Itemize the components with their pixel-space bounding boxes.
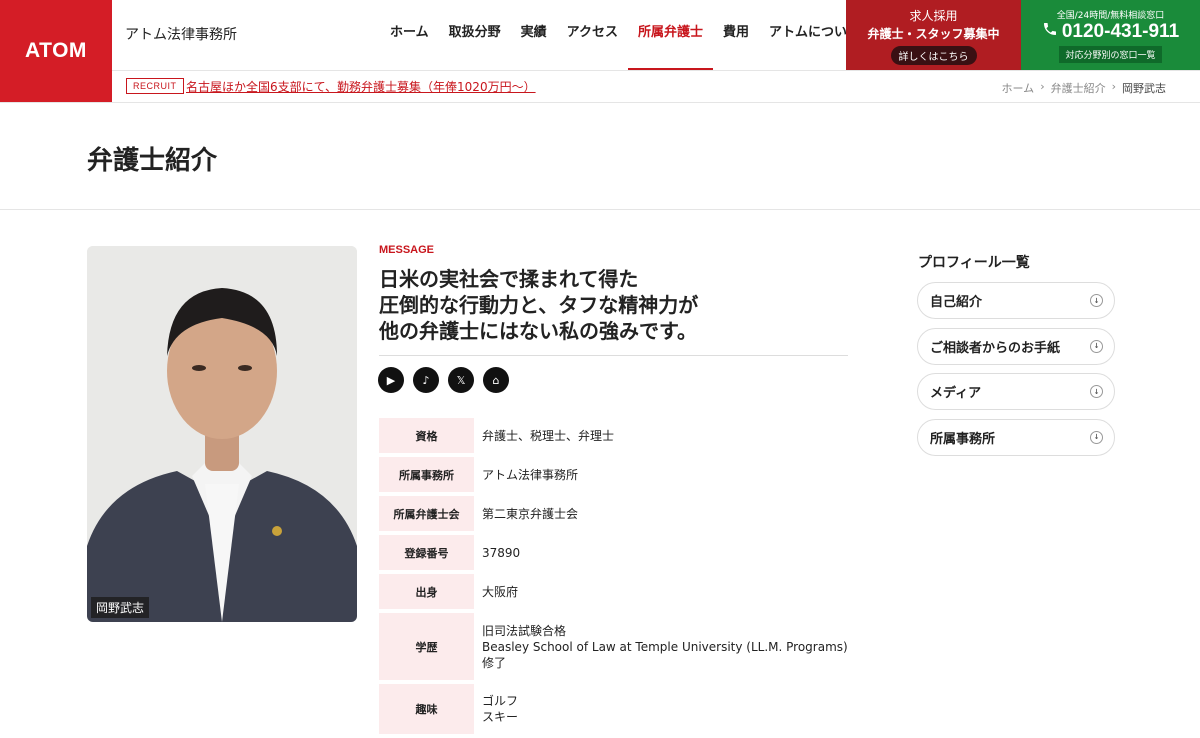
phone-number[interactable]: 0120-431-911 (1062, 21, 1179, 43)
tiktok-icon[interactable]: ♪ (413, 367, 439, 393)
nav-item-access[interactable]: アクセス (557, 0, 628, 70)
firm-name[interactable]: アトム法律事務所 (125, 24, 237, 44)
phone-windows-link[interactable]: 対応分野別の窓口一覧 (1059, 46, 1162, 63)
phone-caption: 全国/24時間/無料相談窓口 (1056, 11, 1165, 21)
profile-key: 学歴 (379, 613, 474, 680)
portrait-name-label: 岡野武志 (91, 597, 150, 618)
nav-item-lawyers[interactable]: 所属弁護士 (628, 0, 714, 70)
headline-line: 他の弁護士にはない私の強みです。 (379, 319, 697, 343)
profile-value-line: 37890 (482, 545, 521, 560)
profile-value: 37890 (474, 535, 849, 570)
recruit-details-button[interactable]: 詳しくはこちら (890, 46, 977, 65)
portrait-illustration (87, 246, 357, 622)
breadcrumb-lawyers[interactable]: 弁護士紹介 (1051, 80, 1106, 96)
recruit-line1: 求人採用 (909, 9, 958, 23)
profile-value-line: ゴルフ (482, 694, 519, 708)
social-links: ▶ ♪ 𝕏 ⌂ (378, 367, 509, 393)
phone-number-row: 0120-431-911 (1021, 21, 1200, 43)
profile-row: 所属事務所 アトム法律事務所 (379, 457, 849, 492)
profile-key: 資格 (379, 418, 474, 453)
profile-value-line: 第二東京弁護士会 (482, 506, 579, 521)
breadcrumb-home[interactable]: ホーム (1002, 80, 1035, 96)
home-icon[interactable]: ⌂ (483, 367, 509, 393)
header-divider (0, 102, 1200, 103)
youtube-icon[interactable]: ▶ (378, 367, 404, 393)
profile-value: 第二東京弁護士会 (474, 496, 849, 531)
profile-value: ゴルフ スキー (474, 684, 849, 734)
breadcrumb-current: 岡野武志 (1122, 82, 1166, 95)
profile-value: 弁護士、税理士、弁理士 (474, 418, 849, 453)
profile-value-line: Beasley School of Law at Temple Universi… (482, 639, 848, 654)
profile-value-line: 旧司法試験合格 (482, 623, 567, 638)
arrow-down-icon: ↓ (1090, 339, 1103, 353)
lawyer-portrait: 岡野武志 (87, 246, 357, 622)
profile-link-label: メディア (930, 386, 982, 401)
arrow-down-icon: ↓ (1090, 430, 1103, 444)
profile-table: 資格 弁護士、税理士、弁理士 所属事務所 アトム法律事務所 所属弁護士会 第二東… (379, 418, 849, 738)
profile-key: 趣味 (379, 684, 474, 734)
message-headline: 日米の実社会で揉まれて得た 圧倒的な行動力と、タフな精神力が 他の弁護士にはない… (379, 266, 849, 344)
recruit-line2: 弁護士・スタッフ募集中 (867, 27, 1000, 41)
breadcrumb-separator: › (1111, 80, 1116, 93)
recruit-tag: RECRUIT (126, 78, 184, 94)
page-title: 弁護士紹介 (87, 146, 218, 176)
profile-link-office[interactable]: 所属事務所 ↓ (917, 418, 1115, 456)
arrow-down-icon: ↓ (1090, 385, 1103, 398)
profile-value-line: 大阪府 (482, 584, 519, 599)
phone-icon (1042, 21, 1058, 43)
main-nav: ホーム 取扱分野 実績 アクセス 所属弁護士 費用 アトムについて (380, 0, 870, 70)
sub-bar: RECRUIT 名古屋ほか全国6支部にて、勤務弁護士募集（年俸1020万円〜） … (112, 70, 1200, 102)
profile-row: 学歴 旧司法試験合格 Beasley School of Law at Temp… (379, 613, 849, 680)
profile-row: 出身 大阪府 (379, 574, 849, 609)
profile-value-line: 弁護士、税理士、弁理士 (482, 428, 615, 443)
title-divider (0, 209, 1200, 210)
nav-item-home[interactable]: ホーム (380, 0, 439, 70)
x-icon[interactable]: 𝕏 (448, 367, 474, 393)
arrow-down-icon: ↓ (1090, 294, 1103, 307)
profile-list: 自己紹介 ↓ ご相談者からのお手紙 ↓ メディア ↓ 所属事務所 ↓ (917, 282, 1115, 464)
message-divider (379, 355, 848, 356)
profile-value-line: スキー (482, 710, 519, 724)
profile-link-label: ご相談者からのお手紙 (930, 340, 1061, 356)
profile-key: 所属事務所 (379, 457, 474, 492)
headline-line: 日米の実社会で揉まれて得た (379, 267, 639, 291)
profile-link-self-intro[interactable]: 自己紹介 ↓ (917, 282, 1115, 319)
nav-item-fees[interactable]: 費用 (713, 0, 759, 70)
nav-item-practice-areas[interactable]: 取扱分野 (439, 0, 511, 70)
profile-link-label: 所属事務所 (930, 431, 996, 447)
phone-banner[interactable]: 全国/24時間/無料相談窓口 0120-431-911 対応分野別の窓口一覧 (1021, 0, 1200, 70)
message-label: MESSAGE (379, 244, 435, 256)
atom-logo[interactable]: ATOM (0, 0, 112, 102)
profile-value-line: アトム法律事務所 (482, 467, 579, 482)
profile-key: 登録番号 (379, 535, 474, 570)
headline-line: 圧倒的な行動力と、タフな精神力が (379, 293, 699, 317)
profile-row: 所属弁護士会 第二東京弁護士会 (379, 496, 849, 531)
breadcrumb: ホーム › 弁護士紹介 › 岡野武志 (1002, 80, 1166, 96)
profile-value: アトム法律事務所 (474, 457, 849, 492)
profile-row: 登録番号 37890 (379, 535, 849, 570)
profile-value-line: 修了 (482, 655, 507, 670)
profile-link-label: 自己紹介 (930, 295, 983, 310)
nav-item-results[interactable]: 実績 (511, 0, 557, 70)
profile-link-letters[interactable]: ご相談者からのお手紙 ↓ (917, 327, 1115, 365)
recruit-link[interactable]: 名古屋ほか全国6支部にて、勤務弁護士募集（年俸1020万円〜） (186, 78, 536, 95)
profile-value: 大阪府 (474, 574, 849, 609)
profile-value: 旧司法試験合格 Beasley School of Law at Temple … (474, 613, 849, 680)
profile-link-media[interactable]: メディア ↓ (917, 373, 1115, 410)
breadcrumb-separator: › (1040, 80, 1045, 93)
profile-row: 趣味 ゴルフ スキー (379, 684, 849, 734)
profile-key: 出身 (379, 574, 474, 609)
recruit-banner[interactable]: 求人採用 弁護士・スタッフ募集中 詳しくはこちら (846, 0, 1021, 70)
profile-row: 資格 弁護士、税理士、弁理士 (379, 418, 849, 453)
profile-list-title: プロフィール一覧 (918, 255, 1030, 271)
profile-key: 所属弁護士会 (379, 496, 474, 531)
